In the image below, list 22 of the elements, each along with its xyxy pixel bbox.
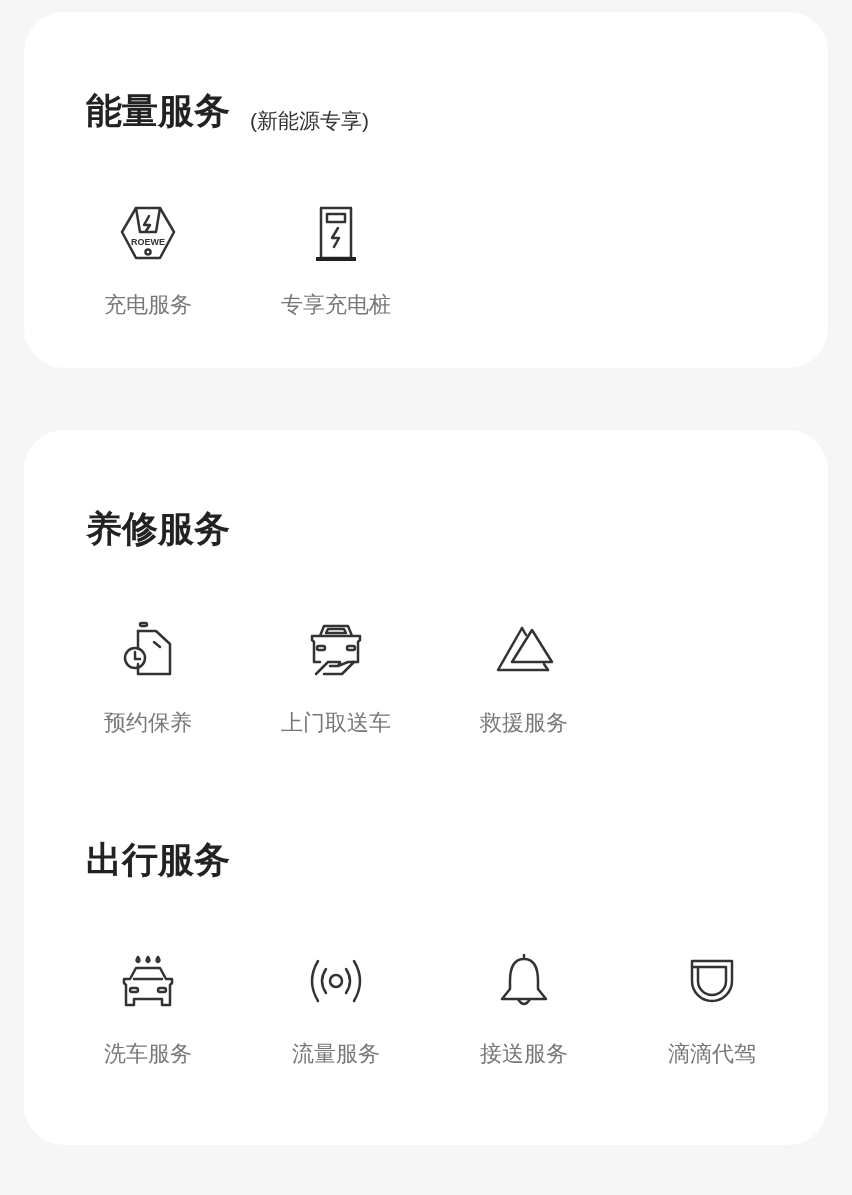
- service-label: 充电服务: [104, 294, 192, 316]
- service-item[interactable]: ROEWE 充电服务: [54, 200, 242, 316]
- section-title: 能量服务: [86, 93, 230, 129]
- service-label: 预约保养: [104, 712, 192, 734]
- section-title: 出行服务: [86, 842, 230, 878]
- service-label: 接送服务: [480, 1043, 568, 1065]
- service-label: 专享充电桩: [281, 294, 391, 316]
- service-item[interactable]: 流量服务: [242, 949, 430, 1065]
- service-label: 流量服务: [292, 1043, 380, 1065]
- section-title: 养修服务: [86, 511, 230, 547]
- service-item[interactable]: 洗车服务: [54, 949, 242, 1065]
- service-label: 救援服务: [480, 712, 568, 734]
- service-label: 上门取送车: [281, 712, 391, 734]
- service-item[interactable]: 上门取送车: [242, 618, 430, 734]
- service-label: 洗车服务: [104, 1043, 192, 1065]
- service-item[interactable]: 接送服务: [430, 949, 618, 1065]
- service-item[interactable]: 专享充电桩: [242, 200, 430, 316]
- service-label: 滴滴代驾: [668, 1043, 756, 1065]
- service-item[interactable]: 预约保养: [54, 618, 242, 734]
- service-item[interactable]: 滴滴代驾: [618, 949, 806, 1065]
- section-note: (新能源专享): [250, 110, 369, 131]
- service-item[interactable]: 救援服务: [430, 618, 618, 734]
